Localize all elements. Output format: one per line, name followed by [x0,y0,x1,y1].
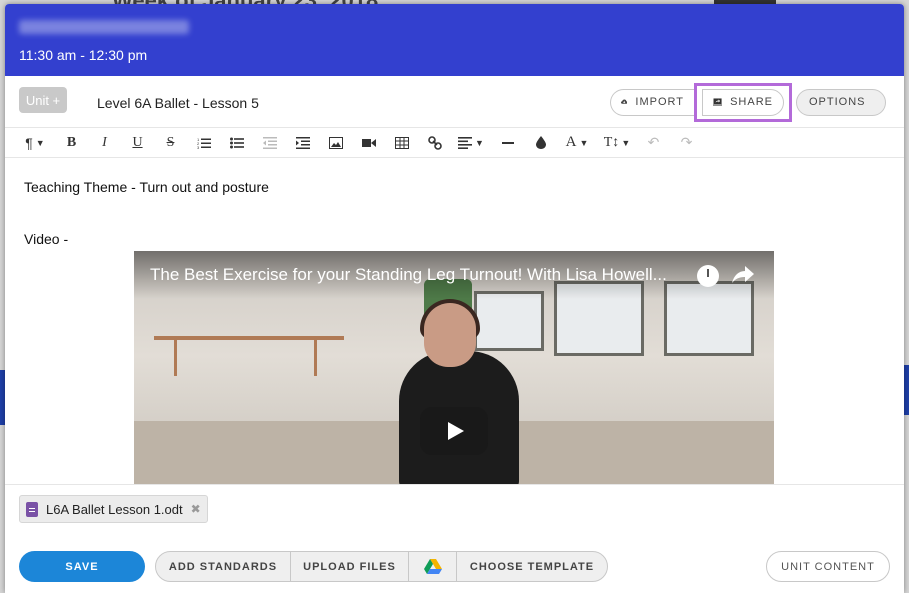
strikethrough-icon[interactable]: S [154,128,187,158]
attachments-area: L6A Ballet Lesson 1.odt ✖ [5,484,904,540]
unit-content-button[interactable]: UNIT CONTENT [766,551,890,582]
teaching-theme-text: Teaching Theme - Turn out and posture [24,179,269,195]
share-button[interactable]: SHARE [702,88,784,116]
link-icon[interactable] [418,128,451,158]
import-label: IMPORT [635,96,684,108]
barre-support [174,336,177,376]
share-arrow-icon[interactable] [732,265,754,285]
add-standards-button[interactable]: ADD STANDARDS [156,552,291,581]
import-button[interactable]: IMPORT [610,88,694,116]
google-drive-icon [423,558,442,574]
dancer-face [424,303,476,367]
paragraph-icon[interactable]: ¶ ▼ [15,128,55,158]
unit-add-button[interactable]: Unit + [19,87,67,113]
document-icon [26,501,38,517]
text-height-icon[interactable]: T↕ ▼ [597,128,637,158]
studio-window [474,291,544,351]
indent-icon[interactable] [286,128,319,158]
barre-support [314,336,317,376]
ordered-list-icon[interactable]: 123 [187,128,220,158]
attached-file[interactable]: L6A Ballet Lesson 1.odt ✖ [19,495,208,523]
google-drive-button[interactable] [409,552,457,581]
modal-footer: SAVE ADD STANDARDS UPLOAD FILES CHOOSE T… [5,540,904,593]
editor-toolbar: ¶ ▼ B I U S 123 ▼ A ▼ T↕ ▼ ↶ ↷ [5,128,904,158]
outdent-icon[interactable] [253,128,286,158]
video-title[interactable]: The Best Exercise for your Standing Leg … [150,265,667,285]
blurred-class-name [19,20,189,34]
footer-action-group: ADD STANDARDS UPLOAD FILES CHOOSE TEMPLA… [155,551,608,582]
file-name: L6A Ballet Lesson 1.odt [46,501,183,517]
unordered-list-icon[interactable] [220,128,253,158]
color-icon[interactable] [524,128,557,158]
video-label-text: Video - [24,231,69,247]
video-icon[interactable] [352,128,385,158]
save-button[interactable]: SAVE [19,551,145,582]
upload-files-button[interactable]: UPLOAD FILES [291,552,409,581]
play-button[interactable] [420,407,488,455]
options-label: OPTIONS [809,96,866,108]
choose-template-button[interactable]: CHOOSE TEMPLATE [457,552,607,581]
modal-header: 11:30 am - 12:30 pm [5,4,904,76]
align-icon[interactable]: ▼ [451,128,491,158]
underline-icon[interactable]: U [121,128,154,158]
top-actions: IMPORT SHARE OPTIONS [610,82,886,122]
embedded-video[interactable]: The Best Exercise for your Standing Leg … [134,251,774,484]
svg-text:3: 3 [197,145,200,149]
options-button[interactable]: OPTIONS [796,88,886,116]
share-highlight: SHARE [694,82,792,122]
font-size-icon[interactable]: A ▼ [557,128,597,158]
horizontal-rule-icon[interactable] [491,128,524,158]
image-icon[interactable] [319,128,352,158]
remove-file-icon[interactable]: ✖ [191,502,201,516]
time-range: 11:30 am - 12:30 pm [19,47,148,63]
bold-icon[interactable]: B [55,128,88,158]
title-row: Unit + Level 6A Ballet - Lesson 5 IMPORT… [5,76,904,128]
lesson-title[interactable]: Level 6A Ballet - Lesson 5 [97,95,259,111]
share-label: SHARE [730,96,773,108]
table-icon[interactable] [385,128,418,158]
watch-later-icon[interactable] [697,265,719,287]
italic-icon[interactable]: I [88,128,121,158]
cloud-download-icon [621,99,628,104]
undo-icon[interactable]: ↶ [637,128,670,158]
share-screen-icon [713,98,723,106]
redo-icon[interactable]: ↷ [670,128,703,158]
lesson-modal: 11:30 am - 12:30 pm Unit + Level 6A Ball… [5,4,904,593]
lesson-editor[interactable]: Teaching Theme - Turn out and posture Vi… [5,159,904,484]
